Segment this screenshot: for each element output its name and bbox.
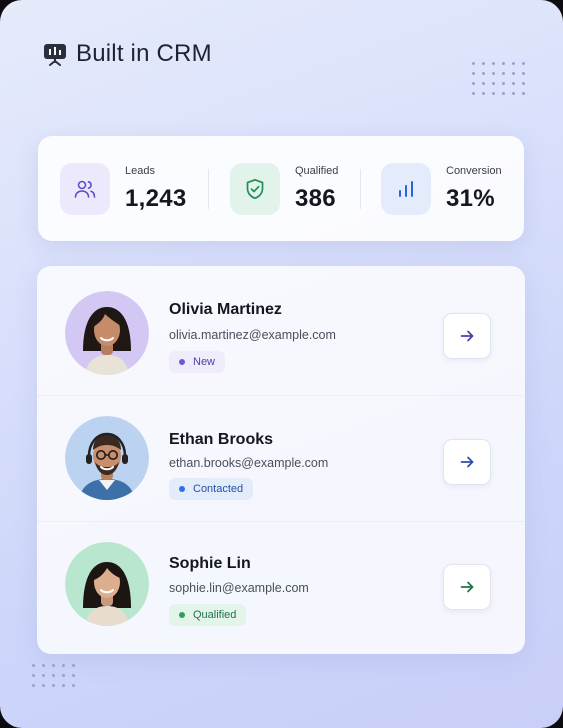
status-dot [179, 486, 185, 492]
stat-conversion: Conversion 31% [361, 162, 502, 215]
avatar [65, 291, 149, 375]
status-dot [179, 612, 185, 618]
decorative-dots [32, 664, 75, 687]
arrow-right-icon [460, 581, 474, 593]
avatar [65, 416, 149, 500]
status-dot [179, 359, 185, 365]
stat-leads: Leads 1,243 [60, 162, 208, 215]
contact-row[interactable]: Sophie Lin sophie.lin@example.com Qualif… [37, 521, 525, 647]
contact-email: olivia.martinez@example.com [169, 328, 336, 342]
stat-label: Qualified [295, 164, 339, 177]
crm-frame: Built in CRM Leads 1,243 Qualified 386 C… [0, 0, 563, 728]
contacts-card: Olivia Martinez olivia.martinez@example.… [37, 266, 525, 654]
contact-row[interactable]: Ethan Brooks ethan.brooks@example.com Co… [37, 395, 525, 521]
open-contact-button[interactable] [443, 439, 491, 485]
arrow-right-icon [460, 330, 474, 342]
status-label: Qualified [193, 609, 237, 621]
stat-label: Conversion [446, 164, 502, 177]
open-contact-button[interactable] [443, 564, 491, 610]
contact-email: sophie.lin@example.com [169, 581, 309, 595]
decorative-dots [472, 62, 525, 95]
contact-name: Sophie Lin [169, 555, 251, 572]
contact-name: Ethan Brooks [169, 431, 274, 448]
presentation-board-icon [44, 44, 66, 66]
open-contact-button[interactable] [443, 313, 491, 359]
header: Built in CRM [42, 40, 212, 68]
stat-qualified: Qualified 386 [209, 162, 360, 215]
page-title: Built in CRM [76, 40, 212, 67]
contact-name: Olivia Martinez [169, 301, 282, 318]
status-badge: New [169, 351, 226, 373]
status-label: Contacted [193, 483, 244, 495]
status-badge: Contacted [169, 478, 254, 500]
shield-check-icon [230, 162, 280, 215]
contact-row[interactable]: Olivia Martinez olivia.martinez@example.… [37, 266, 525, 392]
avatar [65, 542, 149, 626]
stat-value: 1,243 [125, 184, 187, 212]
status-label: New [193, 356, 216, 368]
arrow-right-icon [460, 456, 474, 468]
stat-label: Leads [125, 164, 155, 177]
stats-card: Leads 1,243 Qualified 386 Conversion 31% [38, 136, 524, 241]
bar-chart-icon [381, 162, 431, 215]
users-icon [60, 162, 110, 215]
status-badge: Qualified [169, 604, 247, 626]
contact-email: ethan.brooks@example.com [169, 456, 329, 470]
stat-value: 386 [295, 184, 336, 212]
stat-value: 31% [446, 184, 495, 212]
